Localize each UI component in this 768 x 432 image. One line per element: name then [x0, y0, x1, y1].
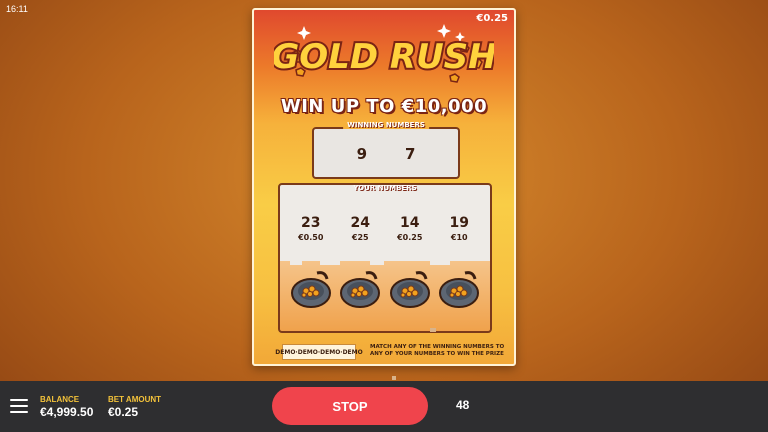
bet-amount-value: €0.25 — [108, 405, 139, 419]
winning-numbers-label: WINNING NUMBERS — [343, 121, 429, 129]
headline: WIN UP TO €10,000 — [280, 96, 488, 117]
gold-pan-icon — [336, 267, 384, 311]
status-time: 16:11 — [6, 4, 28, 14]
scratch-ticket: €0.25 GOLD RUSH WIN UP TO €10,000 WINNIN… — [252, 8, 516, 366]
bet-amount-display[interactable]: BET AMOUNT €0.25 — [108, 395, 161, 419]
demo-badge: DEMO·DEMO·DEMO·DEMO — [275, 344, 363, 360]
gold-pan-icon — [435, 267, 483, 311]
winning-number: 9 — [356, 145, 367, 163]
balance-value: €4,999.50 — [40, 405, 94, 419]
number-cell[interactable]: 24 €25 — [336, 215, 384, 242]
winning-number: 7 — [405, 145, 416, 163]
balance-label: BALANCE — [40, 395, 80, 404]
number-cell[interactable]: 19 €10 — [435, 215, 483, 242]
your-numbers-label: YOUR NUMBERS — [349, 185, 421, 192]
balance-display: BALANCE €4,999.50 — [40, 395, 93, 419]
bottom-bar: BALANCE €4,999.50 BET AMOUNT €0.25 STOP … — [0, 381, 768, 432]
your-numbers-panel[interactable]: YOUR NUMBERS 23 €0.50 24 €25 14 €0.25 19… — [278, 183, 492, 333]
cell-prize: €10 — [450, 233, 468, 242]
number-cell[interactable]: 14 €0.25 — [386, 215, 434, 242]
scratch-debris — [392, 376, 396, 380]
gold-pan-icon — [386, 267, 434, 311]
cell-prize: €0.50 — [298, 233, 324, 242]
your-number: 14 — [400, 215, 420, 231]
bet-amount-label: BET AMOUNT — [108, 395, 162, 404]
logo-text: GOLD RUSH — [274, 37, 494, 77]
gold-pan-icon — [287, 267, 335, 311]
cell-prize: €0.25 — [397, 233, 423, 242]
your-number: 23 — [301, 215, 321, 231]
number-cell[interactable]: 23 €0.50 — [287, 215, 335, 242]
scratch-debris — [430, 328, 436, 332]
scratch-edge — [280, 247, 490, 265]
your-number: 24 — [350, 215, 370, 231]
your-number: 19 — [449, 215, 469, 231]
gold-rush-logo: GOLD RUSH — [254, 18, 514, 88]
rules-text: MATCH ANY OF THE WINNING NUMBERS TO ANY … — [370, 344, 505, 357]
stop-button[interactable]: STOP — [272, 387, 428, 425]
autoplay-counter: 48 — [456, 398, 470, 412]
winning-numbers-panel[interactable]: WINNING NUMBERS 9 7 — [312, 121, 460, 179]
cell-prize: €25 — [351, 233, 369, 242]
hamburger-menu-icon[interactable] — [10, 399, 28, 413]
